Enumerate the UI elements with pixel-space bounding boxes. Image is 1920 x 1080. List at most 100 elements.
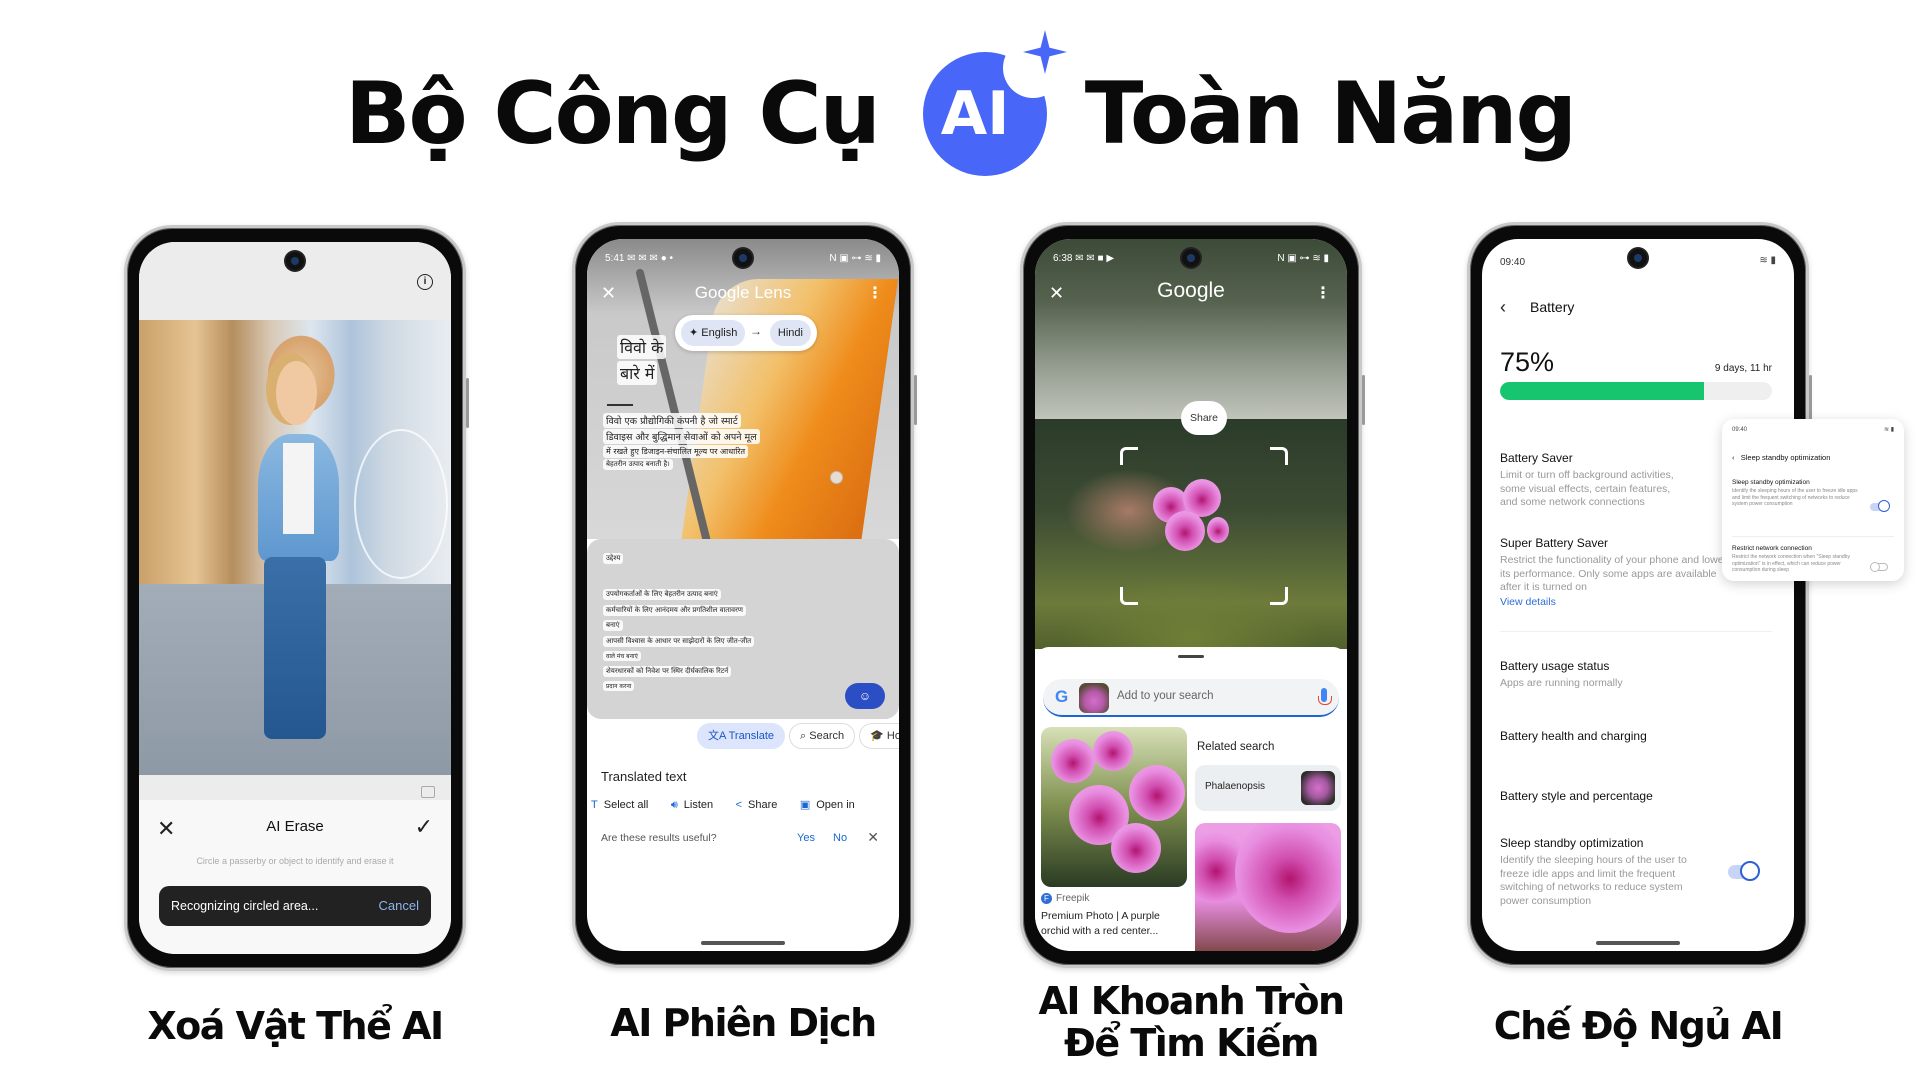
text-icon: T — [591, 799, 598, 811]
ai-badge: AI — [922, 30, 1067, 176]
translated-heading[interactable]: विवो के — [617, 335, 667, 359]
more-options-icon[interactable]: ⋮ — [867, 283, 883, 303]
translated-heading[interactable]: बारे में — [617, 361, 658, 385]
phone-screen: 5:41 ✉ ✉ ✉ ● • N ▣ ⊶ ≋ ▮ ✕ Google Lens ⋮… — [587, 239, 899, 951]
app-title: Google — [1157, 279, 1225, 302]
toast-text: Recognizing circled area... — [171, 899, 319, 913]
ai-erase-panel: ✕ AI Erase ✓ Circle a passerby or object… — [139, 800, 451, 954]
status-icons: ≋ ▮ — [1884, 427, 1894, 433]
page-title: Bộ Công Cụ AI Toàn Năng — [0, 30, 1920, 176]
back-icon[interactable]: ‹ — [1500, 297, 1506, 318]
result-title[interactable]: Premium Photo | A purple orchid with a r… — [1041, 909, 1191, 939]
more-options-icon[interactable]: ⋮ — [1315, 283, 1331, 303]
share-icon: < — [735, 799, 743, 811]
translated-line[interactable]: में रखते हुए डिजाइन-संचालित मूल्य पर आधा… — [603, 445, 749, 458]
listen-button[interactable]: 🔊︎ Listen — [671, 799, 713, 812]
translated-line[interactable]: बेहतरीन उत्पाद बनाती है। — [603, 459, 673, 470]
page-title: Battery — [1530, 299, 1575, 315]
battery-style-item[interactable]: Battery style and percentage — [1500, 789, 1772, 803]
phone-ai-translate: 5:41 ✉ ✉ ✉ ● • N ▣ ⊶ ≋ ▮ ✕ Google Lens ⋮… — [572, 222, 917, 968]
select-all-button[interactable]: T Select all — [591, 799, 648, 811]
status-icons: ≋ ▮ — [1759, 255, 1776, 266]
status-time: 09:40 — [1500, 257, 1526, 268]
source-language-button[interactable]: ✦ English — [681, 320, 746, 346]
search-input[interactable]: Add to your search — [1117, 690, 1214, 702]
battery-health-item[interactable]: Battery health and charging — [1500, 729, 1772, 743]
translate-chip[interactable]: 文A Translate — [697, 723, 786, 749]
homework-chip[interactable]: 🎓 Ho — [859, 723, 899, 749]
front-camera — [1629, 249, 1647, 267]
target-language-button[interactable]: Hindi — [769, 320, 811, 346]
translation-tools: T Select all 🔊︎ Listen < Share ▣ Open in — [591, 795, 899, 813]
feedback-yes-button[interactable]: Yes — [797, 832, 815, 844]
battery-usage-item[interactable]: Battery usage status Apps are running no… — [1500, 659, 1772, 691]
hint-text: Circle a passerby or object to identify … — [196, 856, 394, 866]
sleep-standby-toggle[interactable] — [1728, 861, 1760, 881]
info-icon[interactable]: i — [417, 274, 433, 290]
caption-ai-circle-search: AI Khoanh Tròn Để Tìm Kiếm — [1038, 979, 1345, 1065]
title-suffix: Toàn Năng — [1084, 64, 1577, 164]
phone-screen: i ✕ AI Erase ✓ Circle a passerby or obje… — [139, 242, 451, 954]
selection-frame[interactable] — [1120, 447, 1288, 605]
translated-line[interactable]: प्रदान करना — [603, 681, 635, 691]
search-bar[interactable]: G Add to your search — [1043, 679, 1339, 717]
time-remaining: 9 days, 11 hr — [1714, 363, 1772, 374]
microphone-icon[interactable] — [1318, 688, 1332, 705]
home-indicator[interactable] — [701, 941, 785, 945]
compare-icon[interactable] — [421, 786, 435, 798]
street-photo[interactable] — [139, 320, 451, 775]
home-indicator[interactable] — [1596, 941, 1680, 945]
battery-level-fill — [1500, 382, 1704, 400]
front-camera — [734, 249, 752, 267]
battery-level-bar — [1500, 382, 1772, 400]
translated-line[interactable]: बनाएं — [603, 620, 623, 631]
recognizing-toast: Recognizing circled area... Cancel — [159, 886, 431, 926]
search-thumbnail — [1079, 683, 1109, 713]
battery-percent: 75% — [1500, 347, 1555, 377]
popup-sleep-standby-item[interactable]: Sleep standby optimization Identify the … — [1732, 479, 1862, 508]
result-image[interactable] — [1195, 823, 1341, 951]
phone-ai-circle-search: 6:38 ✉ ✉ ■ ▶ N ▣ ⊶ ≋ ▮ ✕ Google ⋮ Share … — [1020, 222, 1365, 968]
share-button[interactable]: Share — [1181, 401, 1227, 435]
translated-line[interactable]: कर्मचारियों के लिए आनंदमय और प्रगतिशील व… — [603, 605, 746, 616]
search-chip[interactable]: ⌕ Search — [789, 723, 856, 749]
translated-line[interactable]: आपसी विश्वास के आधार पर साझेदारों के लिए… — [603, 636, 755, 647]
ai-badge-text: AI — [940, 79, 1010, 149]
share-button[interactable]: < Share — [736, 799, 778, 811]
translated-line[interactable]: डिवाइस और बुद्धिमान सेवाओं को अपने मूल — [603, 429, 760, 444]
popup-sleep-standby-toggle[interactable] — [1870, 500, 1890, 512]
cancel-button[interactable]: Cancel — [379, 886, 419, 926]
caption-ai-sleep-mode: Chế Độ Ngủ AI — [1493, 1004, 1784, 1048]
popup-restrict-network-toggle[interactable] — [1870, 562, 1888, 572]
freepik-icon: F — [1041, 893, 1052, 904]
feedback-question: Are these results useful? — [601, 832, 717, 844]
related-search-item[interactable]: Phalaenopsis — [1195, 765, 1341, 811]
phone-screen: 6:38 ✉ ✉ ■ ▶ N ▣ ⊶ ≋ ▮ ✕ Google ⋮ Share … — [1035, 239, 1347, 951]
mode-chips: 文A Translate ⌕ Search 🎓 Ho — [587, 723, 899, 753]
translated-line[interactable]: शेयरधारकों को निवेश पर स्थिर दीर्घकालिक … — [603, 666, 732, 677]
translated-text-title: Translated text — [601, 769, 687, 784]
front-camera — [1182, 249, 1200, 267]
battery-saver-item[interactable]: Battery Saver Limit or turn off backgrou… — [1500, 451, 1674, 510]
drag-handle[interactable] — [1178, 655, 1204, 658]
result-image[interactable] — [1041, 727, 1187, 887]
sleep-standby-item[interactable]: Sleep standby optimization Identify the … — [1500, 836, 1704, 908]
translated-line[interactable]: विवो एक प्रौद्योगिकी कंपनी है जो स्मार्ट — [603, 413, 741, 428]
popup-restrict-network-item[interactable]: Restrict network connection Restrict the… — [1732, 545, 1862, 574]
dismiss-feedback-icon[interactable]: ✕ — [867, 829, 879, 846]
check-icon[interactable]: ✓ — [415, 814, 433, 840]
language-selector: ✦ English → Hindi — [675, 315, 817, 351]
feedback-no-button[interactable]: No — [833, 832, 847, 844]
result-source: F Freepik — [1041, 893, 1089, 904]
selection-circle — [354, 429, 448, 580]
open-in-button[interactable]: ▣ Open in — [800, 798, 855, 811]
chat-bubble-button[interactable]: ☺ — [845, 683, 885, 709]
phone-screen: 09:40 ≋ ▮ ‹ Battery 75% 9 days, 11 hr Ba… — [1482, 239, 1794, 951]
translated-line[interactable]: उपयोगकर्ताओं के लिए बेहतरीन उत्पाद बनाएं — [603, 589, 721, 600]
view-details-link[interactable]: View details — [1500, 596, 1734, 608]
tool-title: AI Erase — [266, 818, 324, 835]
results-sheet: G Add to your search F Freepik Premium Ph… — [1035, 647, 1347, 951]
super-battery-saver-item[interactable]: Super Battery Saver Restrict the functio… — [1500, 536, 1734, 608]
translate-app-icon: ▣ — [799, 799, 811, 811]
translated-line[interactable]: वाले मंच बनाएं — [603, 651, 641, 661]
